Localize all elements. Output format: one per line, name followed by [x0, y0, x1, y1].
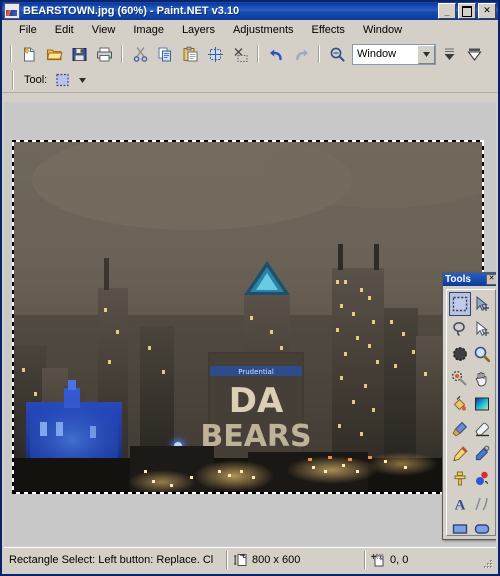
- tool-label: Tool:: [24, 74, 48, 86]
- paintnet-icon: [4, 3, 20, 19]
- tools-palette-close-icon[interactable]: ✕: [486, 274, 496, 285]
- svg-text:BEARS: BEARS: [200, 419, 311, 454]
- tool-freeform-shape[interactable]: [472, 542, 494, 546]
- tool-move-selection[interactable]: [472, 317, 494, 341]
- status-hint-panel: Rectangle Select: Left button: Replace. …: [4, 550, 226, 570]
- cursor-position-icon: [371, 553, 385, 567]
- menu-image[interactable]: Image: [124, 22, 173, 38]
- toolbar-separator: [121, 45, 123, 63]
- undo-icon[interactable]: [264, 43, 288, 66]
- tool-dropdown-chevron-down-icon[interactable]: [76, 71, 89, 89]
- toolrow-separator: [12, 71, 14, 89]
- tool-rectangle[interactable]: [449, 517, 471, 541]
- tool-lasso-select[interactable]: [449, 317, 471, 341]
- resize-grip[interactable]: [482, 558, 494, 570]
- crop-to-selection-icon[interactable]: [203, 43, 227, 66]
- svg-text:A: A: [454, 498, 465, 514]
- status-bar: Rectangle Select: Left button: Replace. …: [4, 547, 496, 572]
- canvas-client-area[interactable]: Prudential DA BEARS Tools ✕ A: [4, 102, 496, 546]
- deselect-all-icon[interactable]: [228, 43, 252, 66]
- redo-icon[interactable]: [289, 43, 313, 66]
- tool-ellipse[interactable]: [449, 542, 471, 546]
- tool-clone-stamp[interactable]: [449, 467, 471, 491]
- tool-options-bar: Tool:: [2, 68, 498, 93]
- toolbar-separator: [257, 45, 259, 63]
- menu-adjustments[interactable]: Adjustments: [224, 22, 303, 38]
- chevron-down-icon[interactable]: [418, 44, 435, 64]
- menu-layers[interactable]: Layers: [173, 22, 224, 38]
- tool-rounded-rectangle[interactable]: [472, 517, 494, 541]
- save-icon[interactable]: [67, 43, 91, 66]
- paste-icon[interactable]: [178, 43, 202, 66]
- svg-text:Prudential: Prudential: [238, 368, 274, 376]
- tool-recolor[interactable]: [472, 467, 494, 491]
- tool-paintbrush[interactable]: [449, 417, 471, 441]
- minimize-button[interactable]: _: [438, 3, 456, 19]
- zoom-combobox[interactable]: Window: [352, 43, 436, 65]
- tools-palette-title-bar: Tools ✕: [443, 273, 496, 286]
- menu-edit[interactable]: Edit: [46, 22, 83, 38]
- toolbar-separator: [318, 45, 320, 63]
- cut-icon[interactable]: [128, 43, 152, 66]
- tools-palette-title: Tools: [445, 273, 471, 285]
- zoom-icon[interactable]: [325, 43, 349, 66]
- print-icon[interactable]: [92, 43, 116, 66]
- tool-rectangle-select[interactable]: [449, 292, 471, 316]
- image-content: Prudential DA BEARS: [12, 140, 484, 494]
- tools-palette[interactable]: Tools ✕ A: [442, 272, 496, 540]
- zoom-to-window-icon[interactable]: [462, 43, 486, 66]
- tool-color-picker[interactable]: [472, 442, 494, 466]
- zoom-value: Window: [357, 48, 397, 60]
- tools-grid: A: [446, 289, 496, 536]
- tool-gradient[interactable]: [472, 392, 494, 416]
- open-icon[interactable]: [42, 43, 66, 66]
- image-canvas[interactable]: Prudential DA BEARS: [12, 140, 484, 494]
- status-hint: Rectangle Select: Left button: Replace. …: [9, 554, 214, 566]
- tool-line-curve[interactable]: [472, 492, 494, 516]
- tool-eraser[interactable]: [472, 417, 494, 441]
- copy-icon[interactable]: [153, 43, 177, 66]
- main-toolbar: Window: [2, 40, 498, 68]
- tool-move-selected[interactable]: [472, 292, 494, 316]
- maximize-button[interactable]: [458, 3, 476, 19]
- close-button[interactable]: ✕: [478, 3, 496, 19]
- cursor-position-value: 0, 0: [390, 554, 409, 566]
- tool-magic-wand[interactable]: [449, 367, 471, 391]
- window-controls: _ ✕: [438, 3, 496, 19]
- menu-file[interactable]: File: [10, 22, 46, 38]
- maximize-icon: [459, 4, 475, 18]
- image-size-icon: [233, 553, 247, 567]
- menu-window[interactable]: Window: [354, 22, 411, 38]
- close-icon: ✕: [483, 5, 491, 15]
- new-icon[interactable]: [17, 43, 41, 66]
- image-size-value: 800 x 600: [252, 554, 301, 566]
- zoom-to-selection-icon[interactable]: [437, 43, 461, 66]
- toolbar-separator: [10, 45, 12, 63]
- menu-effects[interactable]: Effects: [303, 22, 354, 38]
- menu-bar: File Edit View Image Layers Adjustments …: [2, 20, 498, 40]
- tool-zoom[interactable]: [472, 342, 494, 366]
- tool-text[interactable]: A: [449, 492, 471, 516]
- tool-ellipse-select[interactable]: [449, 342, 471, 366]
- tool-pencil[interactable]: [449, 442, 471, 466]
- minimize-icon: _: [444, 7, 450, 17]
- rectangle-select-icon[interactable]: [53, 70, 73, 90]
- menu-view[interactable]: View: [83, 22, 125, 38]
- tool-paint-bucket[interactable]: [449, 392, 471, 416]
- window-title: BEARSTOWN.jpg (60%) - Paint.NET v3.10: [23, 5, 240, 17]
- status-position-panel: 0, 0: [366, 550, 486, 570]
- tool-pan[interactable]: [472, 367, 494, 391]
- status-size-panel: 800 x 600: [228, 550, 364, 570]
- title-bar: BEARSTOWN.jpg (60%) - Paint.NET v3.10 _ …: [2, 2, 498, 20]
- bearstown-photo: Prudential DA BEARS: [12, 140, 484, 494]
- paintnet-window: BEARSTOWN.jpg (60%) - Paint.NET v3.10 _ …: [0, 0, 500, 576]
- svg-text:DA: DA: [229, 381, 284, 421]
